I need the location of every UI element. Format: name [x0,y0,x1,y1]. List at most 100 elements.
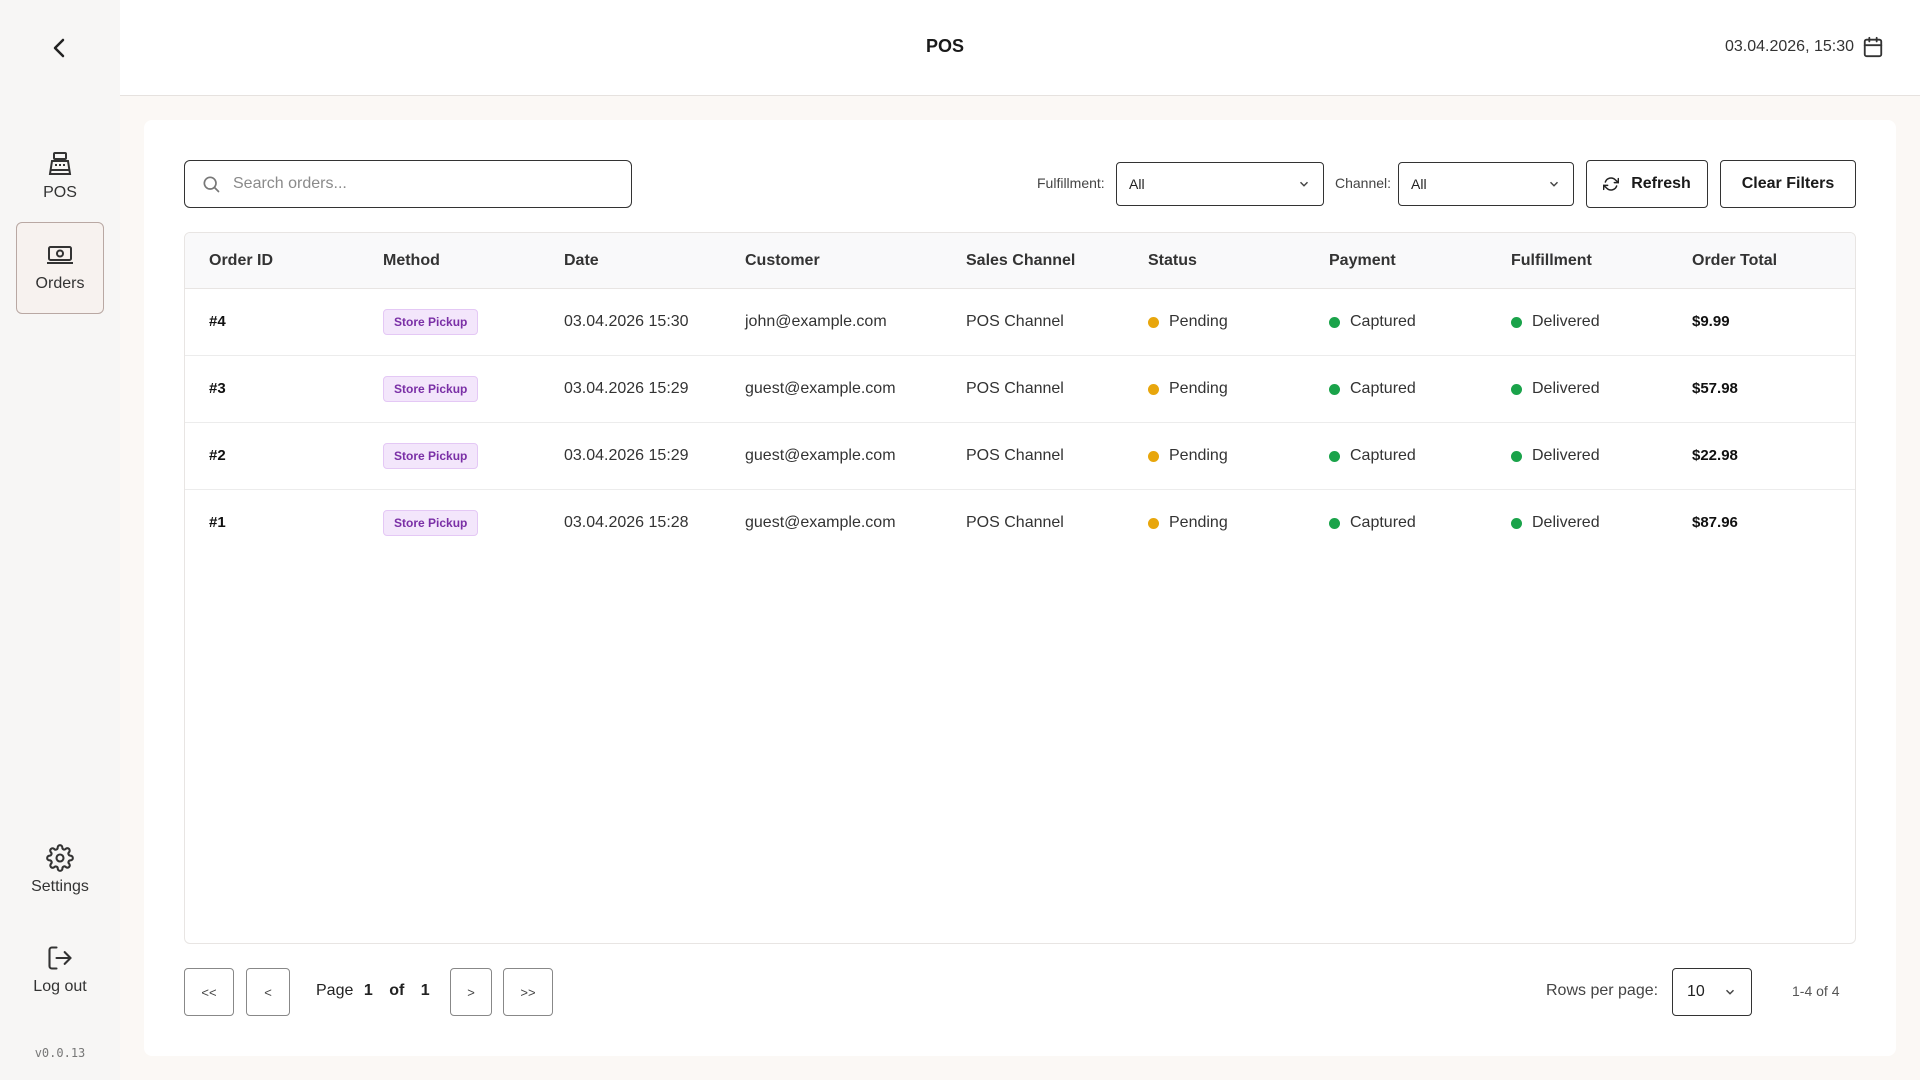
order-id: #4 [209,313,226,330]
payment-indicator: Captured [1329,313,1416,331]
fulfillment-indicator: Delivered [1511,380,1600,398]
table-row[interactable]: #3 Store Pickup 03.04.2026 15:29 guest@e… [185,356,1855,423]
table-row[interactable]: #4 Store Pickup 03.04.2026 15:30 john@ex… [185,289,1855,356]
orders-card: Fulfillment: All Channel: All Refresh Cl… [144,120,1896,1056]
calendar-icon [1863,36,1883,58]
column-header-fulfillment[interactable]: Fulfillment [1511,252,1592,270]
next-page-button[interactable]: > [450,968,492,1016]
sales-channel: POS Channel [966,313,1064,330]
sales-channel: POS Channel [966,380,1064,397]
method-badge: Store Pickup [383,443,479,469]
column-header-method[interactable]: Method [383,252,440,270]
order-total: $57.98 [1692,380,1738,397]
method-badge: Store Pickup [383,376,479,402]
sidebar-item-pos[interactable]: POS [16,130,104,222]
order-date: 03.04.2026 15:29 [564,447,689,464]
column-header-sales-channel[interactable]: Sales Channel [966,252,1075,270]
rows-per-page-value: 10 [1687,983,1705,1000]
of-word: of [389,982,405,999]
version-label: v0.0.13 [34,1046,86,1060]
column-header-date[interactable]: Date [564,252,599,270]
sidebar-item-orders[interactable]: Orders [16,222,104,314]
total-pages: 1 [420,982,430,999]
column-header-status[interactable]: Status [1148,252,1197,270]
current-page: 1 [363,982,373,999]
search-input[interactable] [233,175,613,193]
column-header-customer[interactable]: Customer [745,252,820,270]
order-id: #3 [209,380,226,397]
datetime-display[interactable]: 03.04.2026, 15:30 [1725,36,1884,58]
search-icon [203,176,220,193]
channel-select[interactable]: All [1398,162,1574,206]
chevron-down-icon [1299,181,1309,187]
rows-per-page-select[interactable]: 10 [1672,968,1752,1016]
chevron-left-icon [53,38,65,58]
fulfillment-filter-label: Fulfillment: [1037,175,1105,191]
payment-text: Captured [1350,514,1416,531]
payment-indicator: Captured [1329,447,1416,465]
channel-filter-label: Channel: [1335,175,1392,191]
back-button[interactable] [0,0,120,96]
order-date: 03.04.2026 15:28 [564,514,689,531]
fulfillment-text: Delivered [1532,380,1600,397]
top-header: POS 03.04.2026, 15:30 [120,0,1920,96]
fulfillment-select[interactable]: All [1116,162,1324,206]
search-box[interactable] [184,160,632,208]
sidebar: POS Orders Settings Log out v0.0.13 [0,0,120,1080]
table-row[interactable]: #1 Store Pickup 03.04.2026 15:28 guest@e… [185,490,1855,557]
status-text: Pending [1169,380,1228,397]
chevron-down-icon [1549,181,1559,187]
customer-email: guest@example.com [745,447,896,464]
cash-register-icon [48,152,72,175]
fulfillment-indicator: Delivered [1511,447,1600,465]
sidebar-item-logout[interactable]: Log out [16,924,104,1016]
fulfillment-text: Delivered [1532,514,1600,531]
status-text: Pending [1169,313,1228,330]
row-range-text: 1-4 of 4 [1792,983,1840,999]
delivered-dot-icon [1511,383,1522,395]
order-id: #2 [209,447,226,464]
fulfillment-indicator: Delivered [1511,514,1600,532]
prev-page-button[interactable]: < [246,968,290,1016]
order-total: $22.98 [1692,447,1738,464]
order-total: $9.99 [1692,313,1730,330]
sales-channel: POS Channel [966,514,1064,531]
delivered-dot-icon [1511,517,1522,529]
orders-table: Order ID Method Date Customer Sales Chan… [184,232,1856,944]
pending-dot-icon [1148,517,1159,529]
clear-filters-label: Clear Filters [1741,175,1835,192]
sidebar-item-label: Orders [35,275,85,292]
datetime-text: 03.04.2026, 15:30 [1724,38,1854,55]
logout-icon [48,946,72,970]
refresh-icon [1603,177,1620,191]
column-header-payment[interactable]: Payment [1329,252,1396,270]
pending-dot-icon [1148,316,1159,328]
money-icon [47,246,73,264]
captured-dot-icon [1329,517,1340,529]
clear-filters-button[interactable]: Clear Filters [1720,160,1856,208]
payment-indicator: Captured [1329,380,1416,398]
column-header-order-total[interactable]: Order Total [1692,252,1777,270]
customer-email: john@example.com [745,313,887,330]
payment-indicator: Captured [1329,514,1416,532]
refresh-button[interactable]: Refresh [1586,160,1708,208]
fulfillment-text: Delivered [1532,447,1600,464]
status-indicator: Pending [1148,380,1228,398]
sidebar-item-settings[interactable]: Settings [16,824,104,916]
page-indicator: Page 1 of 1 [316,982,436,1000]
order-date: 03.04.2026 15:29 [564,380,689,397]
sidebar-item-label: Log out [33,978,87,995]
chevron-down-icon [1725,989,1735,995]
sidebar-item-label: POS [43,184,77,201]
customer-email: guest@example.com [745,380,896,397]
page-title: POS [925,36,964,56]
order-date: 03.04.2026 15:30 [564,313,689,330]
captured-dot-icon [1329,383,1340,395]
table-row[interactable]: #2 Store Pickup 03.04.2026 15:29 guest@e… [185,423,1855,490]
last-page-button[interactable]: >> [503,968,553,1016]
status-indicator: Pending [1148,313,1228,331]
column-header-order-id[interactable]: Order ID [209,252,273,270]
refresh-label: Refresh [1631,175,1691,192]
first-page-button[interactable]: << [184,968,234,1016]
method-badge: Store Pickup [383,309,479,335]
